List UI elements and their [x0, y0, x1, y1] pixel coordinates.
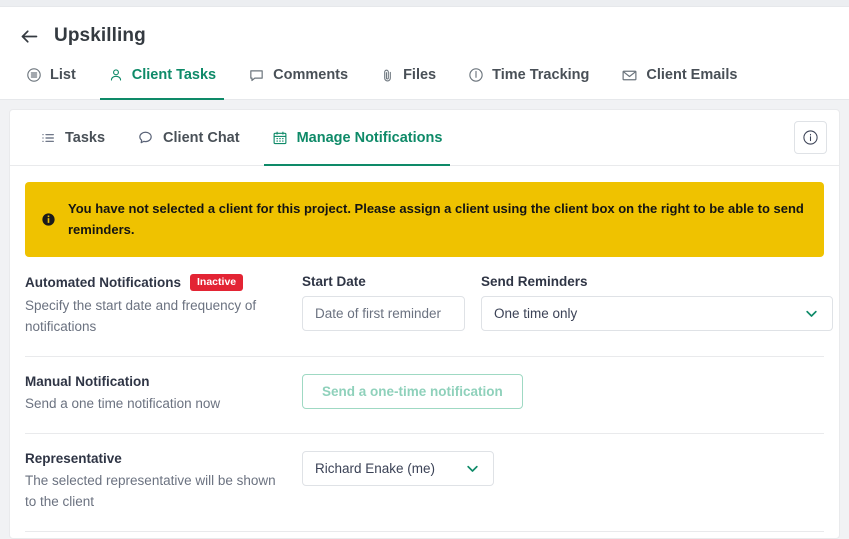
footer-actions: Deactivate Notifications & Reminders Pre…	[10, 532, 839, 538]
clock-icon	[468, 67, 484, 83]
chevron-down-icon	[804, 306, 819, 321]
row-manual-notification: Manual Notification Send a one time noti…	[25, 357, 824, 434]
row-title-automated-text: Automated Notifications	[25, 275, 182, 291]
row-title-manual: Manual Notification	[25, 374, 286, 389]
representative-select[interactable]: Richard Enake (me)	[302, 450, 494, 486]
info-circle-icon	[41, 212, 56, 227]
page-title: Upskilling	[54, 25, 146, 46]
sub-nav: Tasks Client Chat Manage Notifications	[10, 110, 839, 166]
row-label-automated: Automated Notifications Inactive Specify…	[25, 274, 302, 338]
subtab-tasks-label: Tasks	[65, 129, 106, 146]
main-nav: List Client Tasks Comments Files Time Tr…	[0, 51, 849, 100]
row-title-manual-text: Manual Notification	[25, 374, 150, 390]
alert-message: You have not selected a client for this …	[68, 201, 804, 238]
tab-time-tracking[interactable]: Time Tracking	[452, 51, 605, 99]
send-one-time-notification-button[interactable]: Send a one-time notification	[302, 374, 523, 410]
row-controls-automated: Start Date Date of first reminder Send R…	[302, 274, 833, 332]
subtab-client-chat[interactable]: Client Chat	[121, 110, 256, 165]
row-title-automated: Automated Notifications Inactive	[25, 274, 286, 291]
tab-time-tracking-label: Time Tracking	[492, 67, 590, 83]
row-controls-representative: Richard Enake (me)	[302, 450, 824, 486]
chat-bubble-icon	[137, 129, 154, 146]
tab-client-tasks-label: Client Tasks	[131, 67, 217, 83]
row-automated-notifications: Automated Notifications Inactive Specify…	[25, 257, 833, 358]
status-badge: Inactive	[190, 274, 244, 291]
envelope-icon	[621, 67, 638, 84]
comment-icon	[248, 67, 265, 84]
page-body: Tasks Client Chat Manage Notifications Y…	[0, 100, 849, 539]
subtab-tasks[interactable]: Tasks	[24, 110, 121, 165]
window-top-strip	[0, 0, 849, 7]
subtab-manage-notifications-label: Manage Notifications	[296, 129, 443, 146]
tab-comments-label: Comments	[273, 67, 349, 83]
tab-comments[interactable]: Comments	[232, 51, 364, 99]
send-reminders-value: One time only	[494, 306, 578, 322]
user-icon	[108, 67, 124, 83]
back-button[interactable]	[18, 25, 40, 47]
send-reminders-select[interactable]: One time only	[481, 296, 833, 332]
list-bullets-icon	[40, 130, 56, 146]
tab-client-tasks[interactable]: Client Tasks	[92, 51, 232, 100]
row-title-representative-text: Representative	[25, 450, 122, 466]
field-start-date: Start Date Date of first reminder	[302, 274, 465, 332]
row-desc-representative: The selected representative will be show…	[25, 472, 276, 510]
page-header: Upskilling	[0, 7, 849, 51]
field-send-reminders: Send Reminders One time only	[481, 274, 833, 332]
tab-list[interactable]: List	[10, 51, 92, 99]
start-date-input[interactable]: Date of first reminder	[302, 296, 465, 332]
tab-list-label: List	[50, 67, 76, 83]
tab-client-emails[interactable]: Client Emails	[605, 51, 753, 99]
no-client-alert: You have not selected a client for this …	[25, 182, 824, 258]
tab-files[interactable]: Files	[364, 51, 452, 99]
send-reminders-label: Send Reminders	[481, 274, 588, 290]
row-controls-manual: Send a one-time notification	[302, 374, 824, 410]
row-label-manual: Manual Notification Send a one time noti…	[25, 374, 302, 415]
tab-files-label: Files	[403, 67, 437, 83]
settings-rows: Automated Notifications Inactive Specify…	[10, 257, 839, 532]
chevron-down-icon	[465, 461, 480, 476]
notifications-card: Tasks Client Chat Manage Notifications Y…	[9, 109, 840, 539]
row-desc-automated: Specify the start date and frequency of …	[25, 297, 257, 335]
row-title-representative: Representative	[25, 451, 286, 466]
row-desc-manual: Send a one time notification now	[25, 396, 221, 412]
calendar-icon	[272, 130, 288, 146]
info-button[interactable]	[794, 121, 827, 154]
representative-value: Richard Enake (me)	[315, 460, 436, 476]
paperclip-icon	[380, 68, 395, 83]
row-label-representative: Representative The selected representati…	[25, 451, 302, 513]
start-date-label: Start Date	[302, 274, 366, 290]
list-icon	[26, 67, 42, 83]
row-representative: Representative The selected representati…	[25, 434, 824, 532]
subtab-manage-notifications[interactable]: Manage Notifications	[256, 110, 459, 166]
tab-client-emails-label: Client Emails	[646, 67, 738, 83]
subtab-client-chat-label: Client Chat	[163, 129, 240, 146]
